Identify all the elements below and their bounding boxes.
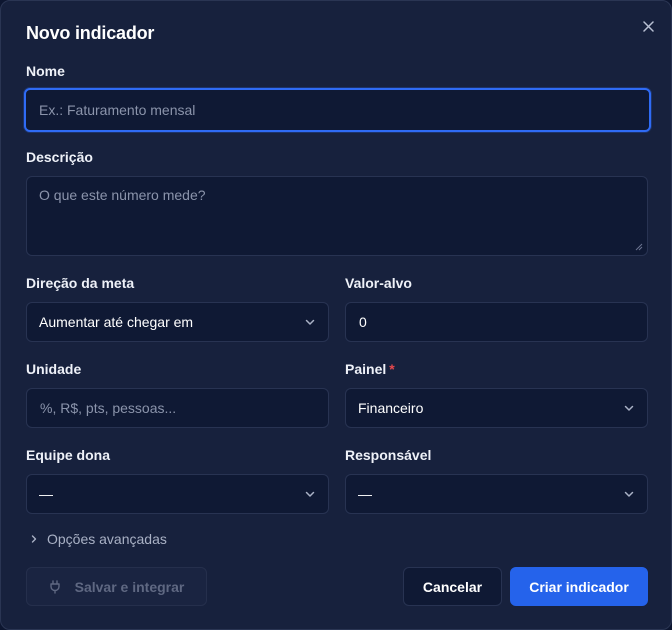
cancel-button[interactable]: Cancelar (403, 567, 502, 606)
owner-team-label: Equipe dona (26, 447, 110, 463)
panel-label-text: Painel (345, 361, 387, 377)
chevron-down-icon (305, 319, 315, 325)
chevron-down-icon (305, 491, 315, 497)
chevron-right-icon (31, 535, 37, 543)
panel-select[interactable]: Financeiro (345, 388, 648, 428)
chevron-down-icon (624, 491, 634, 497)
description-label: Descrição (26, 149, 93, 165)
responsible-value: — (358, 486, 372, 502)
new-indicator-dialog: Novo indicador Nome Descrição Direção da… (0, 0, 672, 630)
target-value-label: Valor-alvo (345, 275, 412, 291)
chevron-down-icon (624, 405, 634, 411)
goal-direction-value: Aumentar até chegar em (39, 314, 194, 330)
panel-label: Painel * (345, 361, 395, 377)
advanced-options-toggle[interactable]: Opções avançadas (29, 531, 167, 547)
goal-direction-label: Direção da meta (26, 275, 135, 291)
unit-input[interactable] (26, 388, 329, 428)
owner-team-value: — (39, 486, 53, 502)
responsible-label: Responsável (345, 447, 432, 463)
unit-label: Unidade (26, 361, 82, 377)
name-label: Nome (26, 63, 65, 79)
save-and-integrate-label: Salvar e integrar (74, 578, 185, 595)
required-mark: * (389, 361, 395, 377)
resize-grip-icon[interactable] (635, 243, 643, 251)
description-textarea[interactable] (26, 176, 648, 256)
owner-team-select[interactable]: — (26, 474, 329, 514)
responsible-select[interactable]: — (345, 474, 648, 514)
dialog-title: Novo indicador (26, 23, 155, 43)
name-input[interactable] (24, 88, 651, 132)
close-icon (642, 20, 654, 32)
panel-value: Financeiro (358, 400, 424, 416)
create-indicator-button[interactable]: Criar indicador (510, 567, 648, 606)
advanced-options-label: Opções avançadas (47, 531, 167, 547)
goal-direction-select[interactable]: Aumentar até chegar em (26, 302, 329, 342)
target-value-input[interactable] (345, 302, 648, 342)
plug-icon (49, 579, 60, 594)
close-button[interactable] (637, 15, 659, 37)
save-and-integrate-button[interactable]: Salvar e integrar (26, 567, 207, 606)
